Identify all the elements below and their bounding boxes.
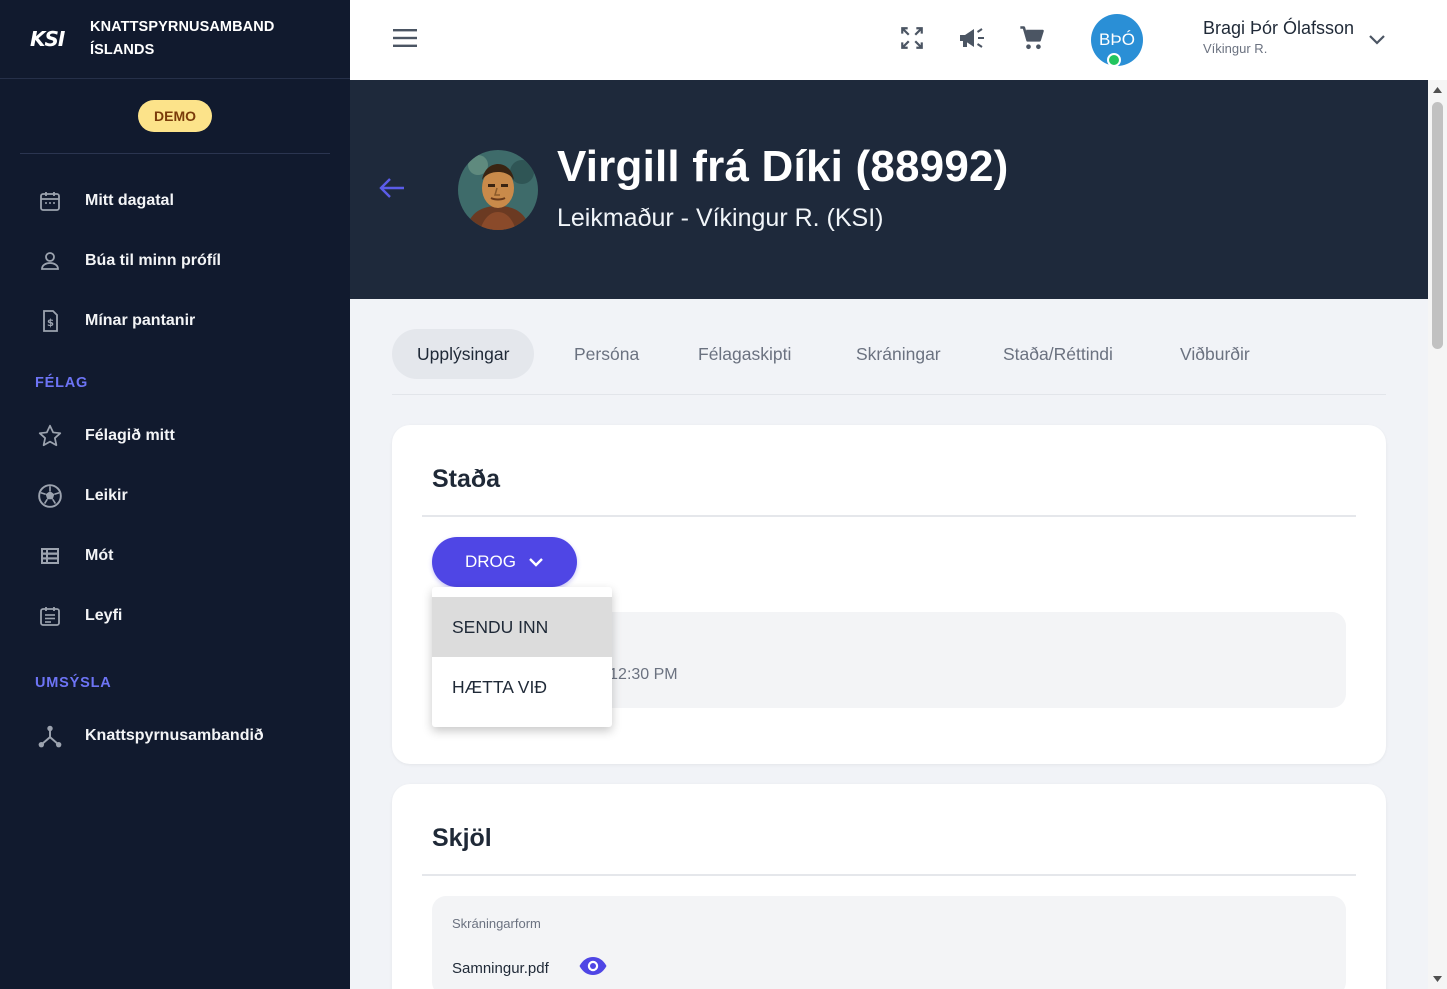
document-filename[interactable]: Samningur.pdf [452, 960, 549, 977]
sidebar-item-mot[interactable]: Mót [0, 532, 350, 580]
tab-skraningar[interactable]: Skráningar [831, 329, 966, 379]
menu-item-sendu-inn[interactable]: SENDU INN [432, 597, 612, 657]
page-scrollbar[interactable] [1428, 80, 1447, 989]
tab-vidburdir[interactable]: Viðburðir [1155, 329, 1275, 379]
back-arrow-icon[interactable] [378, 176, 406, 205]
menu-item-haetta-vid[interactable]: HÆTTA VIÐ [432, 657, 612, 717]
status-label: DROG [465, 552, 516, 571]
megaphone-icon [958, 26, 986, 55]
online-status-dot [1107, 53, 1121, 67]
chevron-down-icon [528, 556, 544, 568]
sidebar-item-leyfi[interactable]: Leyfi [0, 592, 350, 640]
divider [422, 515, 1356, 517]
status-dropdown-menu: SENDU INN HÆTTA VIÐ [432, 587, 612, 727]
fullscreen-button[interactable] [894, 22, 930, 58]
documents-card: Skjöl Skráningarform Samningur.pdf [392, 784, 1386, 989]
cart-icon [1018, 24, 1046, 57]
chevron-down-icon[interactable] [1366, 30, 1388, 55]
sidebar-item-label: Leyfi [85, 607, 123, 624]
sidebar-item-knattspyrnusambandid[interactable]: Knattspyrnusambandið [0, 712, 350, 760]
demo-badge: DEMO [138, 100, 212, 132]
player-photo [458, 150, 538, 230]
star-icon [36, 422, 64, 450]
sidebar-header: KSI KNATTSPYRNUSAMBAND ÍSLANDS [0, 0, 350, 79]
license-icon [36, 602, 64, 630]
tab-felagaskipti[interactable]: Félagaskipti [673, 329, 816, 379]
sidebar-item-label: Leikir [85, 487, 128, 504]
sidebar-item-label: Mínar pantanir [85, 312, 196, 329]
divider [422, 874, 1356, 876]
tab-bar: Upplýsingar Persóna Félagaskipti Skránin… [392, 329, 1386, 395]
network-icon [36, 722, 64, 750]
document-box: Skráningarform Samningur.pdf [432, 896, 1346, 989]
menu-button[interactable] [387, 22, 423, 58]
soccer-ball-icon [36, 482, 64, 510]
sidebar-item-label: Knattspyrnusambandið [85, 727, 264, 744]
ksi-logo[interactable]: KSI [30, 27, 90, 51]
sidebar-item-bua-til-profil[interactable]: Búa til minn prófíl [0, 237, 350, 285]
demo-area: DEMO [20, 79, 330, 154]
svg-text:$: $ [47, 318, 54, 329]
sidebar-item-label: Félagið mitt [85, 427, 175, 444]
top-bar: BÞÓ Bragi Þór Ólafsson Víkingur R. [350, 0, 1447, 80]
hamburger-icon [392, 27, 418, 54]
eye-icon[interactable] [578, 955, 608, 982]
cart-button[interactable] [1014, 22, 1050, 58]
receipt-icon: $ [36, 307, 64, 335]
documents-card-title: Skjöl [432, 824, 492, 852]
announcements-button[interactable] [954, 22, 990, 58]
player-title: Virgill frá Díki (88992) [557, 142, 1009, 191]
sidebar: KSI KNATTSPYRNUSAMBAND ÍSLANDS DEMO Mitt… [0, 0, 350, 989]
org-name: KNATTSPYRNUSAMBAND ÍSLANDS [90, 19, 275, 58]
sidebar-item-minar-pantanir[interactable]: $ Mínar pantanir [0, 297, 350, 345]
sidebar-item-label: Búa til minn prófíl [85, 252, 221, 269]
scroll-down-icon[interactable] [1432, 975, 1443, 983]
sidebar-item-label: Mót [85, 547, 114, 564]
document-type: Skráningarform [452, 916, 541, 931]
fullscreen-icon [899, 25, 925, 56]
user-name[interactable]: Bragi Þór Ólafsson [1203, 18, 1354, 39]
sidebar-item-leikir[interactable]: Leikir [0, 472, 350, 520]
section-felag: FÉLAG [35, 375, 89, 391]
sidebar-item-label: Mitt dagatal [85, 192, 174, 209]
player-subtitle: Leikmaður - Víkingur R. (KSI) [557, 204, 884, 232]
tab-persona[interactable]: Persóna [549, 329, 664, 379]
scroll-up-icon[interactable] [1432, 86, 1443, 94]
calendar-icon [36, 187, 64, 215]
tab-upplysingar[interactable]: Upplýsingar [392, 329, 535, 379]
player-header: Virgill frá Díki (88992) Leikmaður - Vík… [350, 80, 1428, 299]
status-dropdown-button[interactable]: DROG [432, 537, 577, 587]
sidebar-item-mitt-dagatal[interactable]: Mitt dagatal [0, 177, 350, 225]
list-icon [36, 542, 64, 570]
user-club: Víkingur R. [1203, 41, 1268, 56]
sidebar-item-felagid-mitt[interactable]: Félagið mitt [0, 412, 350, 460]
person-icon [36, 247, 64, 275]
scrollbar-thumb[interactable] [1432, 102, 1443, 349]
tab-stada-rettindi[interactable]: Staða/Réttindi [978, 329, 1138, 379]
section-umsysla: UMSÝSLA [35, 675, 112, 691]
status-card-title: Staða [432, 465, 501, 493]
